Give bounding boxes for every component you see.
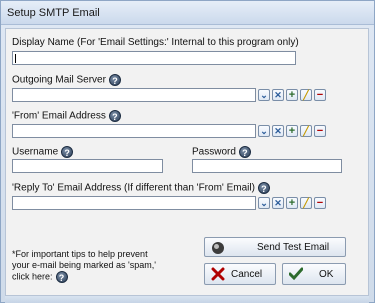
dropdown-icon[interactable]: ⌄ xyxy=(258,197,270,209)
clear-icon[interactable]: ✕ xyxy=(272,125,284,137)
window-title: Setup SMTP Email xyxy=(7,7,100,19)
reply-to-label-text: 'Reply To' Email Address (If different t… xyxy=(12,182,255,194)
display-name-label: Display Name (For 'Email Settings:' Inte… xyxy=(12,37,299,48)
outgoing-server-label-text: Outgoing Mail Server xyxy=(12,74,106,86)
add-icon[interactable]: + xyxy=(286,197,298,209)
send-test-email-label: Send Test Email xyxy=(257,242,330,253)
cancel-button[interactable]: Cancel xyxy=(204,263,276,285)
ok-button[interactable]: OK xyxy=(282,263,346,285)
clear-icon[interactable]: ✕ xyxy=(272,197,284,209)
send-test-email-button[interactable]: Send Test Email xyxy=(204,237,346,257)
outgoing-server-input[interactable] xyxy=(12,88,256,102)
add-icon[interactable]: + xyxy=(286,89,298,101)
from-email-input[interactable] xyxy=(12,124,256,138)
tips-line: your e-mail being marked as 'spam,' xyxy=(12,260,156,270)
username-label: Username? xyxy=(12,146,74,158)
help-icon[interactable]: ? xyxy=(108,110,121,122)
from-email-label: 'From' Email Address? xyxy=(12,110,121,122)
test-email-icon xyxy=(212,242,224,254)
title-bar: Setup SMTP Email xyxy=(1,1,374,25)
from-email-label-text: 'From' Email Address xyxy=(12,110,106,122)
dropdown-icon[interactable]: ⌄ xyxy=(258,125,270,137)
form-panel: Display Name (For 'Email Settings:' Inte… xyxy=(5,28,369,296)
add-icon[interactable]: + xyxy=(286,125,298,137)
password-label-text: Password xyxy=(192,146,236,158)
display-name-input[interactable] xyxy=(12,51,296,65)
tips-line: *For important tips to help prevent xyxy=(12,249,148,259)
checkmark-icon xyxy=(289,267,303,281)
cancel-label: Cancel xyxy=(231,269,263,280)
help-icon[interactable]: ? xyxy=(108,74,121,86)
help-icon[interactable]: ? xyxy=(238,146,251,158)
password-label: Password? xyxy=(192,146,251,158)
password-input[interactable] xyxy=(192,159,342,173)
text-caret xyxy=(15,54,16,63)
help-icon[interactable]: ? xyxy=(257,182,270,194)
remove-icon[interactable]: − xyxy=(314,125,326,137)
tips-line: click here:? xyxy=(12,271,182,283)
reply-to-input[interactable] xyxy=(12,196,256,210)
edit-icon[interactable]: ╱ xyxy=(300,89,312,101)
clear-icon[interactable]: ✕ xyxy=(272,89,284,101)
username-input[interactable] xyxy=(12,159,163,173)
username-label-text: Username xyxy=(12,146,59,158)
cancel-icon xyxy=(211,267,225,281)
panel-footer xyxy=(5,296,369,303)
smtp-dialog: Setup SMTP Email Display Name (For 'Emai… xyxy=(0,0,375,303)
reply-to-label: 'Reply To' Email Address (If different t… xyxy=(12,182,270,194)
help-icon[interactable]: ? xyxy=(55,271,68,283)
remove-icon[interactable]: − xyxy=(314,89,326,101)
spam-tips: *For important tips to help prevent your… xyxy=(12,249,182,283)
dropdown-icon[interactable]: ⌄ xyxy=(258,89,270,101)
remove-icon[interactable]: − xyxy=(314,197,326,209)
edit-icon[interactable]: ╱ xyxy=(300,197,312,209)
outgoing-server-label: Outgoing Mail Server? xyxy=(12,74,121,86)
tips-click-text: click here: xyxy=(12,271,53,282)
help-icon[interactable]: ? xyxy=(61,146,74,158)
edit-icon[interactable]: ╱ xyxy=(300,125,312,137)
ok-label: OK xyxy=(319,269,334,280)
